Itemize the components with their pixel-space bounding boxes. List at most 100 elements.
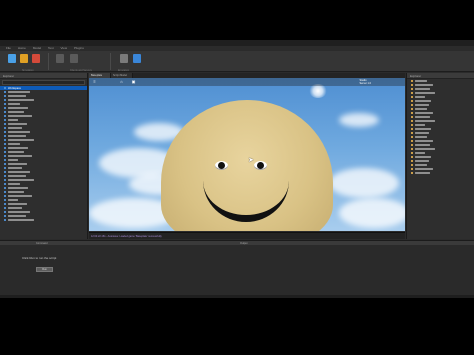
tree-item[interactable] xyxy=(0,218,87,222)
right-eye xyxy=(254,161,267,170)
camera-icon[interactable]: ▣ xyxy=(131,79,136,84)
tree-item-icon xyxy=(411,148,413,150)
explorer-button[interactable] xyxy=(133,54,141,63)
tree-item-icon xyxy=(411,160,413,162)
tree-item-label xyxy=(415,112,433,114)
tree-item-icon xyxy=(411,84,413,86)
tree-item-label xyxy=(415,156,431,158)
tree-item-label xyxy=(8,139,34,141)
tree-item-icon xyxy=(4,187,6,189)
home-icon[interactable]: ⌂ xyxy=(119,79,124,84)
cloud xyxy=(339,198,405,228)
tree-item-icon xyxy=(4,147,6,149)
ribbon-toolbar: Simulation Clients and Servers Emulation xyxy=(0,51,474,72)
tree-item-icon xyxy=(4,207,6,209)
tree-item-label xyxy=(8,127,22,129)
tree-item-icon xyxy=(4,219,6,221)
left-eye xyxy=(215,161,228,170)
tree-item-label xyxy=(415,168,433,170)
tree-item-icon xyxy=(4,127,6,129)
ribbon-separator xyxy=(48,53,49,70)
tree-item[interactable] xyxy=(407,171,474,175)
tree-item-icon xyxy=(4,195,6,197)
tree-item-icon xyxy=(411,116,413,118)
tree-item-icon xyxy=(411,152,413,154)
tree-item-label xyxy=(8,167,22,169)
tree-item-icon xyxy=(411,104,413,106)
tree-item-icon xyxy=(4,131,6,133)
tree-item-label xyxy=(415,140,433,142)
tree-item-icon xyxy=(411,112,413,114)
viewport-info: Studio Server 1.0 xyxy=(359,79,371,85)
tree-item-label xyxy=(8,147,28,149)
tree-item-icon xyxy=(411,144,413,146)
tree-item-icon xyxy=(4,91,6,93)
explorer-filter-input[interactable] xyxy=(2,80,85,85)
tree-item-icon xyxy=(411,172,413,174)
tree-item-label xyxy=(415,160,429,162)
properties-panel: Explorer xyxy=(406,73,474,239)
tree-item-label xyxy=(8,119,18,121)
tree-item-icon xyxy=(4,111,6,113)
tree-item-label xyxy=(8,179,34,181)
tree-item-label xyxy=(415,172,430,174)
play-button[interactable] xyxy=(8,54,16,63)
tree-item-icon xyxy=(4,175,6,177)
tree-item-label xyxy=(8,123,27,125)
explorer-header: Explorer xyxy=(0,73,87,79)
tree-item-label xyxy=(415,80,427,82)
viewport-info-line: Server 1.0 xyxy=(359,82,371,85)
clients-button[interactable] xyxy=(56,54,64,63)
resume-button[interactable] xyxy=(20,54,28,63)
tree-item-icon xyxy=(411,108,413,110)
ribbon-group-label: Emulation xyxy=(118,69,130,72)
tree-item-icon xyxy=(4,171,6,173)
tree-item-icon xyxy=(4,115,6,117)
tree-item-icon xyxy=(4,95,6,97)
tree-item-label: Workspace xyxy=(8,86,21,90)
explorer-tree: Workspace xyxy=(0,86,87,222)
tree-item-icon xyxy=(4,199,6,201)
output-panel: 12:04:22.161 - Autosave: Loaded game 'Ba… xyxy=(89,232,405,239)
tree-item-label xyxy=(8,135,26,137)
tree-item-icon xyxy=(411,136,413,138)
properties-tree xyxy=(407,79,474,175)
tree-item-label xyxy=(8,103,20,105)
tree-item-label xyxy=(8,115,32,117)
tree-item-icon xyxy=(4,99,6,101)
tree-item-label xyxy=(8,95,26,97)
tree-item-icon xyxy=(411,100,413,102)
output-message: 12:04:22.161 - Autosave: Loaded game 'Ba… xyxy=(91,235,162,238)
tree-item-label xyxy=(8,171,30,173)
menu-icon[interactable]: ≡ xyxy=(92,79,97,84)
tree-item-label xyxy=(415,104,429,106)
tree-item-icon xyxy=(4,155,6,157)
tree-item-icon xyxy=(4,211,6,213)
tree-item-label xyxy=(8,155,32,157)
tree-item-icon xyxy=(411,168,413,170)
tree-item-icon xyxy=(411,124,413,126)
tree-item-label xyxy=(415,88,430,90)
tree-item-label xyxy=(8,151,24,153)
tree-item-label xyxy=(415,84,433,86)
tree-item-label xyxy=(8,195,32,197)
tree-item-label xyxy=(8,191,24,193)
cloud xyxy=(339,113,379,127)
stop-button[interactable] xyxy=(32,54,40,63)
tree-item-label xyxy=(8,99,34,101)
tree-item-icon xyxy=(4,139,6,141)
tree-item-label xyxy=(8,199,18,201)
tree-item-label xyxy=(8,143,20,145)
command-hint-text: Click Run to run the script xyxy=(22,256,57,260)
tree-item-label xyxy=(415,100,431,102)
scripting-button[interactable] xyxy=(120,54,128,63)
run-button[interactable]: Run xyxy=(36,267,53,272)
tree-item-icon xyxy=(411,128,413,130)
server-button[interactable] xyxy=(70,54,78,63)
tree-item-label xyxy=(415,144,430,146)
status-bar xyxy=(0,295,474,298)
tree-item-icon xyxy=(4,159,6,161)
3d-viewport[interactable]: ➤ ≡ ⌂ ▣ Studio Server 1.0 xyxy=(89,78,405,231)
tree-item-icon xyxy=(411,96,413,98)
tree-item-icon xyxy=(4,203,6,205)
